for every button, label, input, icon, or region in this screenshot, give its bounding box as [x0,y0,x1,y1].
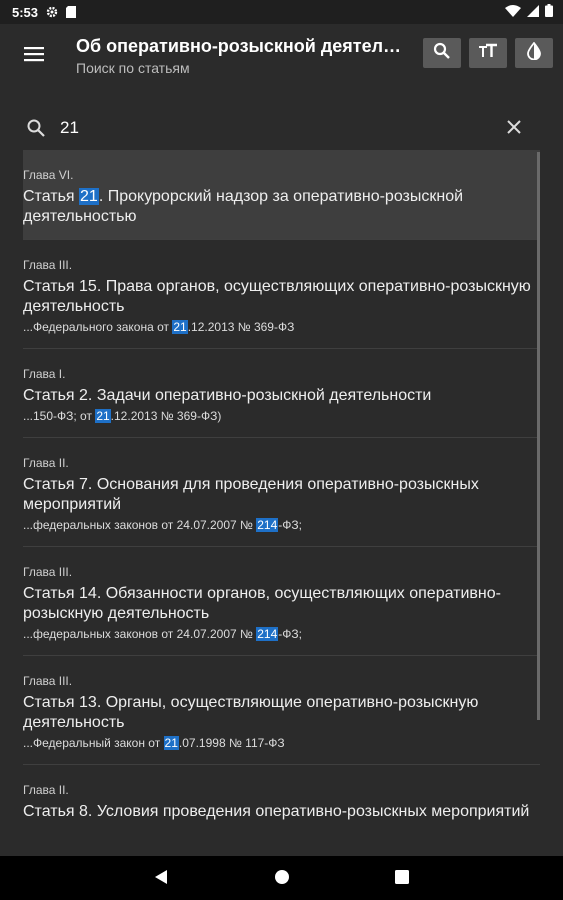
result-item[interactable]: Глава II. Статья 7. Основания для провед… [23,438,540,547]
match-snippet: ...федеральных законов от 24.07.2007 № 2… [23,518,302,532]
chapter-label: Глава I. [23,367,66,381]
article-title: Статья 21. Прокурорский надзор за операт… [23,188,464,225]
result-item[interactable]: Глава III. Статья 13. Органы, осуществля… [23,656,540,765]
results-list: Глава VI. Статья 21. Прокурорский надзор… [23,150,540,856]
chapter-label: Глава II. [23,783,69,797]
app-bar: Об оперативно-розыскной деятельности Пои… [0,24,563,88]
menu-icon [24,46,44,67]
home-circle-icon [274,869,290,890]
home-button[interactable] [271,868,293,890]
menu-button[interactable] [6,28,62,84]
article-title: Статья 15. Права органов, осуществляющих… [23,278,531,315]
toolbar-actions [423,38,553,68]
chapter-label: Глава II. [23,456,69,470]
font-size-button[interactable] [469,38,507,68]
page-subtitle: Поиск по статьям [76,60,190,76]
match-snippet: ...Федерального закона от 21.12.2013 № 3… [23,320,295,334]
match-highlight: 21 [95,409,111,423]
sd-card-status-icon [66,6,77,18]
chapter-label: Глава III. [23,258,73,272]
chapter-label: Глава III. [23,674,73,688]
search-button[interactable] [423,38,461,68]
chapter-label: Глава VI. [23,168,74,182]
system-nav-bar [0,856,563,900]
match-highlight: 21 [172,320,188,334]
signal-icon [527,4,539,20]
text-size-icon [478,43,498,64]
match-snippet: ...федеральных законов от 24.07.2007 № 2… [23,627,302,641]
search-input[interactable] [60,112,460,144]
search-field-icon [26,118,46,143]
wifi-icon [505,4,521,20]
result-item[interactable]: Глава III. Статья 14. Обязанности органо… [23,547,540,656]
battery-icon [545,4,553,20]
result-item[interactable]: Глава I. Статья 2. Задачи оперативно-роз… [23,349,540,438]
result-item[interactable]: Глава III. Статья 15. Права органов, осу… [23,240,540,349]
article-title: Статья 14. Обязанности органов, осуществ… [23,585,501,622]
recents-button[interactable] [391,868,413,890]
clear-search-button[interactable] [503,118,525,140]
match-highlight: 21 [79,188,99,205]
contrast-icon [526,41,542,65]
result-item[interactable]: Глава II. Статья 8. Условия проведения о… [23,765,540,856]
settings-status-icon [46,6,58,18]
result-item[interactable]: Глава VI. Статья 21. Прокурорский надзор… [23,150,540,240]
match-highlight: 214 [256,518,279,532]
list-scrollbar[interactable] [537,152,540,720]
article-title: Статья 7. Основания для проведения опера… [23,476,479,513]
match-snippet: ...Федеральный закон от 21.07.1998 № 117… [23,736,285,750]
chapter-label: Глава III. [23,565,73,579]
search-bar [0,104,563,152]
match-snippet: ...150-ФЗ; от 21.12.2013 № 369-ФЗ) [23,409,222,423]
status-bar: 5:53 [0,0,563,24]
article-title: Статья 8. Условия проведения оперативно-… [23,803,530,820]
theme-button[interactable] [515,38,553,68]
back-button[interactable] [150,868,172,890]
recents-square-icon [395,869,409,889]
match-highlight: 21 [163,736,179,750]
close-icon [507,119,521,139]
search-icon [433,42,451,65]
article-title: Статья 2. Задачи оперативно-розыскной де… [23,387,432,404]
page-title: Об оперативно-розыскной деятельности [76,36,406,56]
article-title: Статья 13. Органы, осуществляющие операт… [23,694,479,731]
back-triangle-icon [154,869,168,890]
title-block: Об оперативно-розыскной деятельности Пои… [76,36,406,76]
status-time: 5:53 [12,4,39,20]
match-highlight: 214 [256,627,279,641]
